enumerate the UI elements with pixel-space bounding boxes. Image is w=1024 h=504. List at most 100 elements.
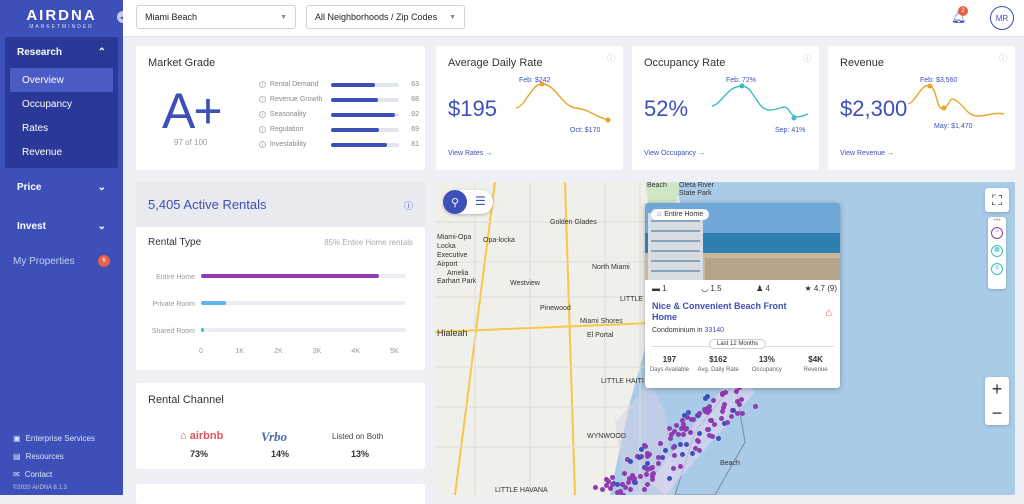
caret-down-icon: ▼ (280, 13, 287, 21)
view-rates-link[interactable]: View Rates → (448, 150, 492, 157)
neighborhood-select[interactable]: All Neighborhoods / Zip Codes ▼ (306, 5, 465, 29)
listing-marker[interactable] (617, 490, 623, 495)
listing-marker[interactable] (711, 397, 717, 403)
enterprise-services-link[interactable]: ▣ Enterprise Services (13, 429, 95, 447)
listing-stats: 197 Days Available $162 Avg. Daily Rate 13… (645, 355, 840, 373)
listing-marker[interactable] (621, 471, 627, 477)
occupancy-card: Occupancy Rate ⓘ 52% Feb: 72% Sep: 41% V… (632, 46, 819, 170)
map-label: Golden Glades (550, 219, 597, 226)
map-pin-icon[interactable]: ⚲ (443, 190, 467, 214)
sidebar-item-overview[interactable]: Overview (10, 68, 113, 92)
listing-marker[interactable] (680, 421, 686, 427)
sidebar-item-price[interactable]: Price ⌄ (0, 168, 123, 207)
zoom-in-button[interactable]: + (992, 377, 1003, 401)
listing-marker[interactable] (607, 485, 613, 491)
contact-link[interactable]: ✉ Contact (13, 465, 95, 483)
listing-marker[interactable] (647, 466, 653, 472)
metric-row-revenue-growth: i Revenue Growth 68 (259, 92, 419, 107)
map-label: State Park (679, 190, 712, 197)
sidebar-item-occupancy[interactable]: Occupancy (10, 92, 113, 116)
vrbo-logo: Vrbo (261, 429, 288, 444)
listing-marker[interactable] (740, 410, 746, 416)
listing-marker[interactable] (599, 486, 605, 492)
copyright: ©2020 AirDNA 8.1.3 (13, 485, 67, 491)
occupancy-value: 52% (644, 96, 689, 121)
fullscreen-button[interactable]: ⛶ (985, 188, 1009, 212)
listing-title[interactable]: Nice & Convenient Beach Front Home (652, 301, 802, 323)
chevron-up-icon: ⌃ (97, 47, 106, 58)
sparkline-high-label: Feb: $242 (519, 77, 551, 84)
airdna-logo[interactable]: AIRDNA MARKETMINDER ◀ (0, 0, 129, 37)
info-icon[interactable]: ⓘ (404, 199, 413, 212)
view-revenue-link[interactable]: View Revenue → (840, 150, 894, 157)
more-icon[interactable]: ••• (988, 217, 1006, 224)
zoom-out-button[interactable]: − (992, 401, 1003, 425)
listing-marker[interactable] (682, 426, 688, 432)
vrbo-percentage: 14% (271, 449, 290, 459)
list-icon[interactable]: ☰ (475, 194, 486, 208)
listing-marker[interactable] (662, 447, 668, 453)
avatar[interactable]: MR (990, 6, 1014, 30)
listing-marker[interactable] (641, 487, 647, 493)
listing-marker[interactable] (643, 471, 649, 477)
listing-marker[interactable] (671, 428, 677, 434)
fullscreen-icon: ⛶ (992, 191, 1002, 208)
building-layer-icon[interactable]: ▦ (991, 245, 1003, 257)
listing-marker[interactable] (619, 481, 625, 487)
map-label: LITTLE HAITI (601, 378, 644, 385)
view-occupancy-link[interactable]: View Occupancy → (644, 150, 705, 157)
market-grade: A+ (162, 83, 223, 139)
listing-zip[interactable]: 33140 (705, 327, 724, 334)
listing-marker[interactable] (688, 417, 694, 423)
listing-marker[interactable] (677, 442, 683, 448)
listing-marker[interactable] (667, 425, 673, 431)
listing-marker[interactable] (709, 434, 715, 440)
listing-marker[interactable] (655, 454, 661, 460)
info-icon[interactable]: ⓘ (803, 53, 811, 64)
notifications-button[interactable]: 🔔︎ 2 (951, 6, 968, 24)
city-select[interactable]: Miami Beach ▼ (136, 5, 296, 29)
listing-marker[interactable] (614, 481, 620, 487)
listing-marker[interactable] (625, 479, 631, 485)
info-icon[interactable]: i (259, 141, 266, 148)
info-icon[interactable]: ⓘ (607, 53, 615, 64)
info-icon[interactable]: i (259, 111, 266, 118)
info-icon[interactable]: ⓘ (999, 53, 1007, 64)
listing-marker[interactable] (627, 487, 633, 493)
adr-value: $195 (448, 96, 497, 121)
listing-popup[interactable]: ⌂ Entire Home ▬ 1 ◡ 1.5 ♟ 4 ★ 4.7 (9) Ni… (645, 203, 840, 388)
sidebar-item-revenue[interactable]: Revenue (10, 140, 113, 164)
listing-marker[interactable] (703, 395, 709, 401)
info-icon[interactable]: i (259, 81, 266, 88)
listing-marker[interactable] (697, 410, 703, 416)
listing-marker[interactable] (683, 441, 689, 447)
rental-type-tick: 0 (199, 348, 203, 355)
sidebar-item-rates[interactable]: Rates (10, 116, 113, 140)
listing-marker[interactable] (715, 435, 721, 441)
globe-layer-icon[interactable]: ◎ (991, 263, 1003, 275)
listing-marker[interactable] (705, 426, 711, 432)
listing-marker[interactable] (650, 473, 656, 479)
metric-name: Regulation (269, 126, 304, 133)
rentals-header: 5,405 Active Rentals ⓘ (136, 182, 425, 227)
sidebar-item-invest[interactable]: Invest ⌄ (0, 207, 123, 246)
sidebar-item-my-properties[interactable]: My Properties 6 (0, 246, 123, 276)
listing-marker[interactable] (728, 413, 734, 419)
info-icon[interactable]: i (259, 96, 266, 103)
stat-value: $162 (709, 355, 728, 364)
rental-type-subtitle: 85% Entire Home rentals (324, 238, 413, 247)
home-layer-icon[interactable]: ⌂ (991, 227, 1003, 239)
info-icon[interactable]: i (259, 126, 266, 133)
listing-marker[interactable] (638, 473, 644, 479)
listing-marker[interactable] (680, 431, 686, 437)
listing-marker[interactable] (696, 447, 702, 453)
resources-link[interactable]: ▤ Resources (13, 447, 95, 465)
sidebar-item-research[interactable]: Research ⌃ (5, 37, 118, 68)
listing-marker[interactable] (657, 440, 663, 446)
rental-type-title: Rental Type (148, 237, 202, 248)
metric-bar-fill (330, 112, 396, 117)
sparkline-low-label: Sep: 41% (775, 127, 805, 134)
adr-card: Average Daily Rate ⓘ $195 Feb: $242 Oct:… (436, 46, 623, 170)
listing-marker[interactable] (696, 431, 702, 437)
listing-marker[interactable] (677, 463, 683, 469)
